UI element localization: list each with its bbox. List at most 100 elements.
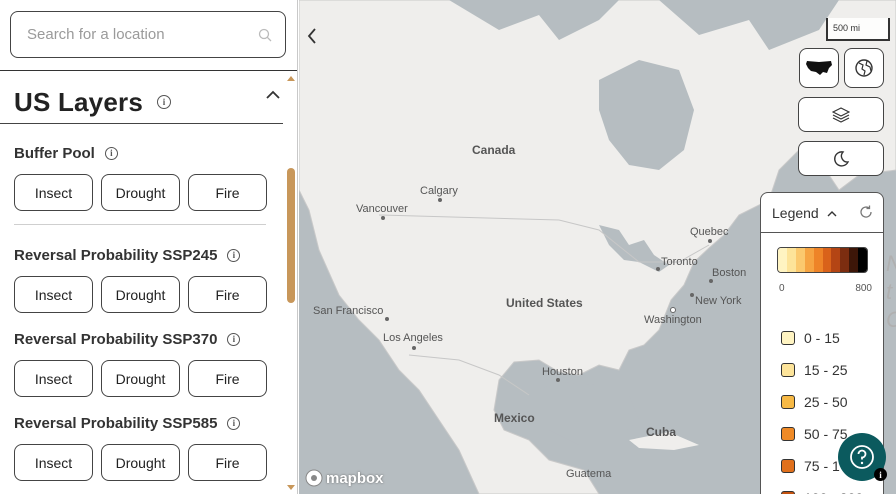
- legend-item-label: 15 - 25: [804, 362, 848, 378]
- map-label-houston: Houston: [542, 366, 583, 378]
- mapbox-logo-icon: [305, 469, 323, 487]
- layer-label-text: Buffer Pool: [14, 145, 95, 162]
- info-icon[interactable]: i: [227, 417, 240, 430]
- map-label-canada: Canada: [472, 143, 515, 157]
- info-icon[interactable]: i: [227, 333, 240, 346]
- map-label-calgary: Calgary: [420, 185, 458, 197]
- info-icon[interactable]: i: [157, 95, 171, 109]
- map-label-guatemala: Guatema: [566, 468, 611, 480]
- color-ramp: [777, 247, 868, 273]
- map-label-washington: Washington: [644, 314, 702, 326]
- insect-button[interactable]: Insect: [14, 444, 93, 481]
- legend-item: 25 - 50: [781, 394, 848, 410]
- ramp-segment: [831, 248, 840, 272]
- legend-item: 15 - 25: [781, 362, 848, 378]
- ramp-segment: [858, 248, 867, 272]
- attribution-info-icon[interactable]: i: [874, 468, 887, 481]
- ramp-segment: [823, 248, 832, 272]
- us-map-icon: [805, 59, 833, 77]
- layer-group-buffer-pool: Buffer Pool i Insect Drought Fire: [14, 144, 274, 211]
- fire-button[interactable]: Fire: [188, 444, 267, 481]
- layer-label: Reversal Probability SSP585 i: [14, 414, 274, 432]
- map-label-toronto: Toronto: [661, 256, 698, 268]
- insect-button[interactable]: Insect: [14, 360, 93, 397]
- section-title: US Layers: [14, 87, 143, 118]
- city-dot: [690, 293, 694, 297]
- layer-label: Reversal Probability SSP370 i: [14, 330, 274, 348]
- gulf-of-mexico: [524, 382, 639, 445]
- ramp-min-label: 0: [779, 283, 785, 294]
- map-label-los-angeles: Los Angeles: [383, 332, 443, 344]
- legend-item: 0 - 15: [781, 330, 840, 346]
- section-header[interactable]: US Layers i: [14, 79, 284, 125]
- legend-swatch: [781, 395, 795, 409]
- legend-swatch: [781, 363, 795, 377]
- insect-button[interactable]: Insect: [14, 174, 93, 211]
- sidebar: US Layers i Buffer Pool i Insect Drought…: [0, 0, 298, 494]
- city-dot: [385, 317, 389, 321]
- city-dot: [656, 267, 660, 271]
- legend-item-label: 100 - 200: [804, 490, 863, 494]
- city-dot: [438, 198, 442, 202]
- legend-item-label: 50 - 75: [804, 426, 848, 442]
- scale-bar: 500 mi: [826, 18, 890, 41]
- info-icon[interactable]: i: [227, 249, 240, 262]
- map-label-quebec: Quebec: [690, 226, 729, 238]
- info-icon[interactable]: i: [105, 147, 118, 160]
- scroll-thumb[interactable]: [287, 168, 295, 303]
- layers-button[interactable]: [798, 97, 884, 132]
- search-icon[interactable]: [257, 27, 273, 43]
- map[interactable]: Canada United States Mexico Cuba Calgary…: [299, 0, 896, 494]
- layer-group-ssp585: Reversal Probability SSP585 i Insect Dro…: [14, 414, 274, 481]
- city-dot: [708, 239, 712, 243]
- search-box[interactable]: [10, 11, 286, 58]
- mapbox-logo[interactable]: mapbox: [305, 469, 384, 487]
- map-label-vancouver: Vancouver: [356, 203, 408, 215]
- scroll-up-arrow-icon[interactable]: [287, 76, 295, 81]
- layer-group-ssp245: Reversal Probability SSP245 i Insect Dro…: [14, 246, 274, 313]
- layer-label-text: Reversal Probability SSP370: [14, 331, 217, 348]
- city-dot: [709, 279, 713, 283]
- chevron-left-icon[interactable]: [302, 26, 322, 46]
- legend-title: Legend: [772, 205, 819, 221]
- legend-swatch: [781, 459, 795, 473]
- legend-item-label: 25 - 50: [804, 394, 848, 410]
- us-view-button[interactable]: [799, 48, 839, 88]
- legend-header[interactable]: Legend: [761, 193, 883, 233]
- legend-item-label: 0 - 15: [804, 330, 840, 346]
- ramp-segment: [787, 248, 796, 272]
- ramp-segment: [778, 248, 787, 272]
- map-label-boston: Boston: [712, 267, 746, 279]
- ramp-segment: [805, 248, 814, 272]
- fire-button[interactable]: Fire: [188, 360, 267, 397]
- globe-view-button[interactable]: [844, 48, 884, 88]
- legend-item: 100 - 200: [781, 490, 863, 494]
- ramp-max-label: 800: [855, 283, 872, 294]
- drought-button[interactable]: Drought: [101, 276, 180, 313]
- layers-icon: [832, 106, 850, 124]
- map-label-cuba: Cuba: [646, 425, 676, 439]
- ramp-segment: [796, 248, 805, 272]
- button-row: Insect Drought Fire: [14, 360, 274, 397]
- globe-icon: [854, 58, 874, 78]
- fire-button[interactable]: Fire: [188, 174, 267, 211]
- city-dot: [412, 346, 416, 350]
- scrollbar[interactable]: [284, 71, 298, 494]
- drought-button[interactable]: Drought: [101, 174, 180, 211]
- drought-button[interactable]: Drought: [101, 444, 180, 481]
- city-dot: [381, 216, 385, 220]
- scroll-down-arrow-icon[interactable]: [287, 485, 295, 490]
- search-input[interactable]: [27, 26, 257, 43]
- dark-mode-button[interactable]: [798, 141, 884, 176]
- legend-item: 75 - 1: [781, 458, 840, 474]
- fire-button[interactable]: Fire: [188, 276, 267, 313]
- ramp-segment: [840, 248, 849, 272]
- chevron-up-icon[interactable]: [827, 204, 837, 222]
- legend-item-label: 75 - 1: [804, 458, 840, 474]
- drought-button[interactable]: Drought: [101, 360, 180, 397]
- refresh-icon[interactable]: [859, 205, 873, 224]
- insect-button[interactable]: Insect: [14, 276, 93, 313]
- city-dot: [556, 378, 560, 382]
- divider: [14, 224, 266, 225]
- chevron-up-icon[interactable]: [266, 87, 280, 105]
